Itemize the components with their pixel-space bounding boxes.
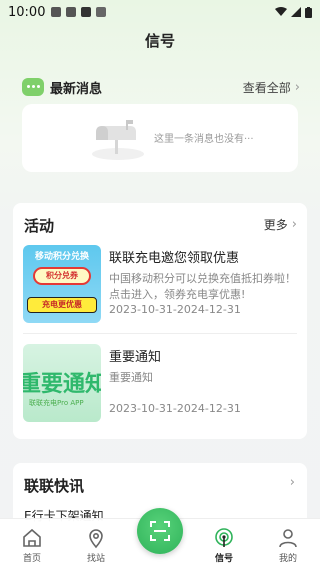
tab-find-station[interactable]: 找站 [72, 527, 120, 564]
tab-label: 我的 [278, 554, 297, 564]
messages-empty-card: 这里一条消息也没有··· [22, 104, 298, 172]
activity-thumbnail: 重要通知 联联充电Pro APP [23, 344, 101, 422]
app-notification-icon [96, 7, 107, 17]
status-time: 10:00 [8, 4, 46, 20]
tab-label: 首页 [22, 554, 41, 564]
scan-icon [150, 521, 170, 541]
cell-signal-icon [291, 7, 301, 17]
thumbnail-bubble: 积分兑券 [33, 267, 91, 285]
messages-title: 最新消息 [50, 81, 103, 97]
thumbnail-heading: 移动积分兑换 [34, 252, 89, 262]
thumbnail-banner: 充电更优惠 [27, 297, 97, 313]
more-label: 更多 [263, 218, 288, 232]
wifi-icon [275, 7, 287, 16]
activity-item[interactable]: 移动积分兑换 积分兑券 充电更优惠 联联充电邀您领取优惠 中国移动积分可以兑换充… [23, 245, 301, 325]
activity-date: 2023-10-31-2024-12-31 [109, 303, 241, 316]
empty-mailbox-icon [92, 120, 144, 160]
signal-tower-icon [215, 528, 233, 547]
activity-description: 重要通知 [109, 371, 153, 384]
tab-mine[interactable]: 我的 [264, 527, 312, 564]
page-title: 信号 [144, 32, 175, 50]
thumbnail-heading: 重要通知 [23, 372, 101, 397]
app-notification-icon [81, 7, 92, 17]
tab-label: 找站 [86, 554, 105, 564]
activity-title: 联联充电邀您领取优惠 [109, 251, 240, 266]
activity-date: 2023-10-31-2024-12-31 [109, 402, 241, 415]
divider [23, 333, 297, 334]
chat-bubble-icon [22, 78, 44, 96]
activities-card: 活动 更多 › 移动积分兑换 积分兑券 充电更优惠 联联充电邀您领取优惠 中国移… [13, 203, 307, 439]
status-notification-icons [51, 7, 107, 17]
app-notification-icon [66, 7, 77, 17]
tab-home[interactable]: 首页 [8, 527, 56, 564]
person-icon [279, 529, 297, 548]
chevron-right-icon[interactable]: › [290, 475, 295, 490]
scan-button[interactable] [137, 508, 183, 554]
status-bar: 10:00 [0, 0, 320, 24]
view-all-label: 查看全部 [242, 80, 291, 95]
messages-header: 最新消息 查看全部 › [22, 76, 300, 98]
battery-icon [305, 6, 312, 18]
view-all-messages-link[interactable]: 查看全部 › [243, 79, 300, 96]
tab-signal[interactable]: 信号 [200, 527, 248, 564]
more-activities-link[interactable]: 更多 › [264, 216, 297, 233]
messages-empty-text: 这里一条消息也没有··· [154, 134, 254, 145]
activity-description: 中国移动积分可以兑换充值抵扣券啦！ 点击进入，领券充电享优惠! [109, 272, 296, 301]
activity-thumbnail: 移动积分兑换 积分兑券 充电更优惠 [23, 245, 101, 323]
chevron-right-icon: › [294, 79, 300, 95]
location-pin-icon [89, 529, 103, 549]
news-title: 联联快讯 [24, 477, 85, 495]
status-system-icons [275, 6, 312, 18]
tab-label: 信号 [214, 554, 233, 564]
activity-title: 重要通知 [109, 350, 162, 365]
thumbnail-caption: 联联充电Pro APP [29, 399, 84, 407]
activities-title: 活动 [24, 217, 55, 235]
notification-icon [51, 7, 62, 17]
chevron-right-icon: › [291, 217, 297, 232]
home-icon [23, 528, 41, 547]
activity-item[interactable]: 重要通知 联联充电Pro APP 重要通知 重要通知 2023-10-31-20… [23, 344, 301, 424]
